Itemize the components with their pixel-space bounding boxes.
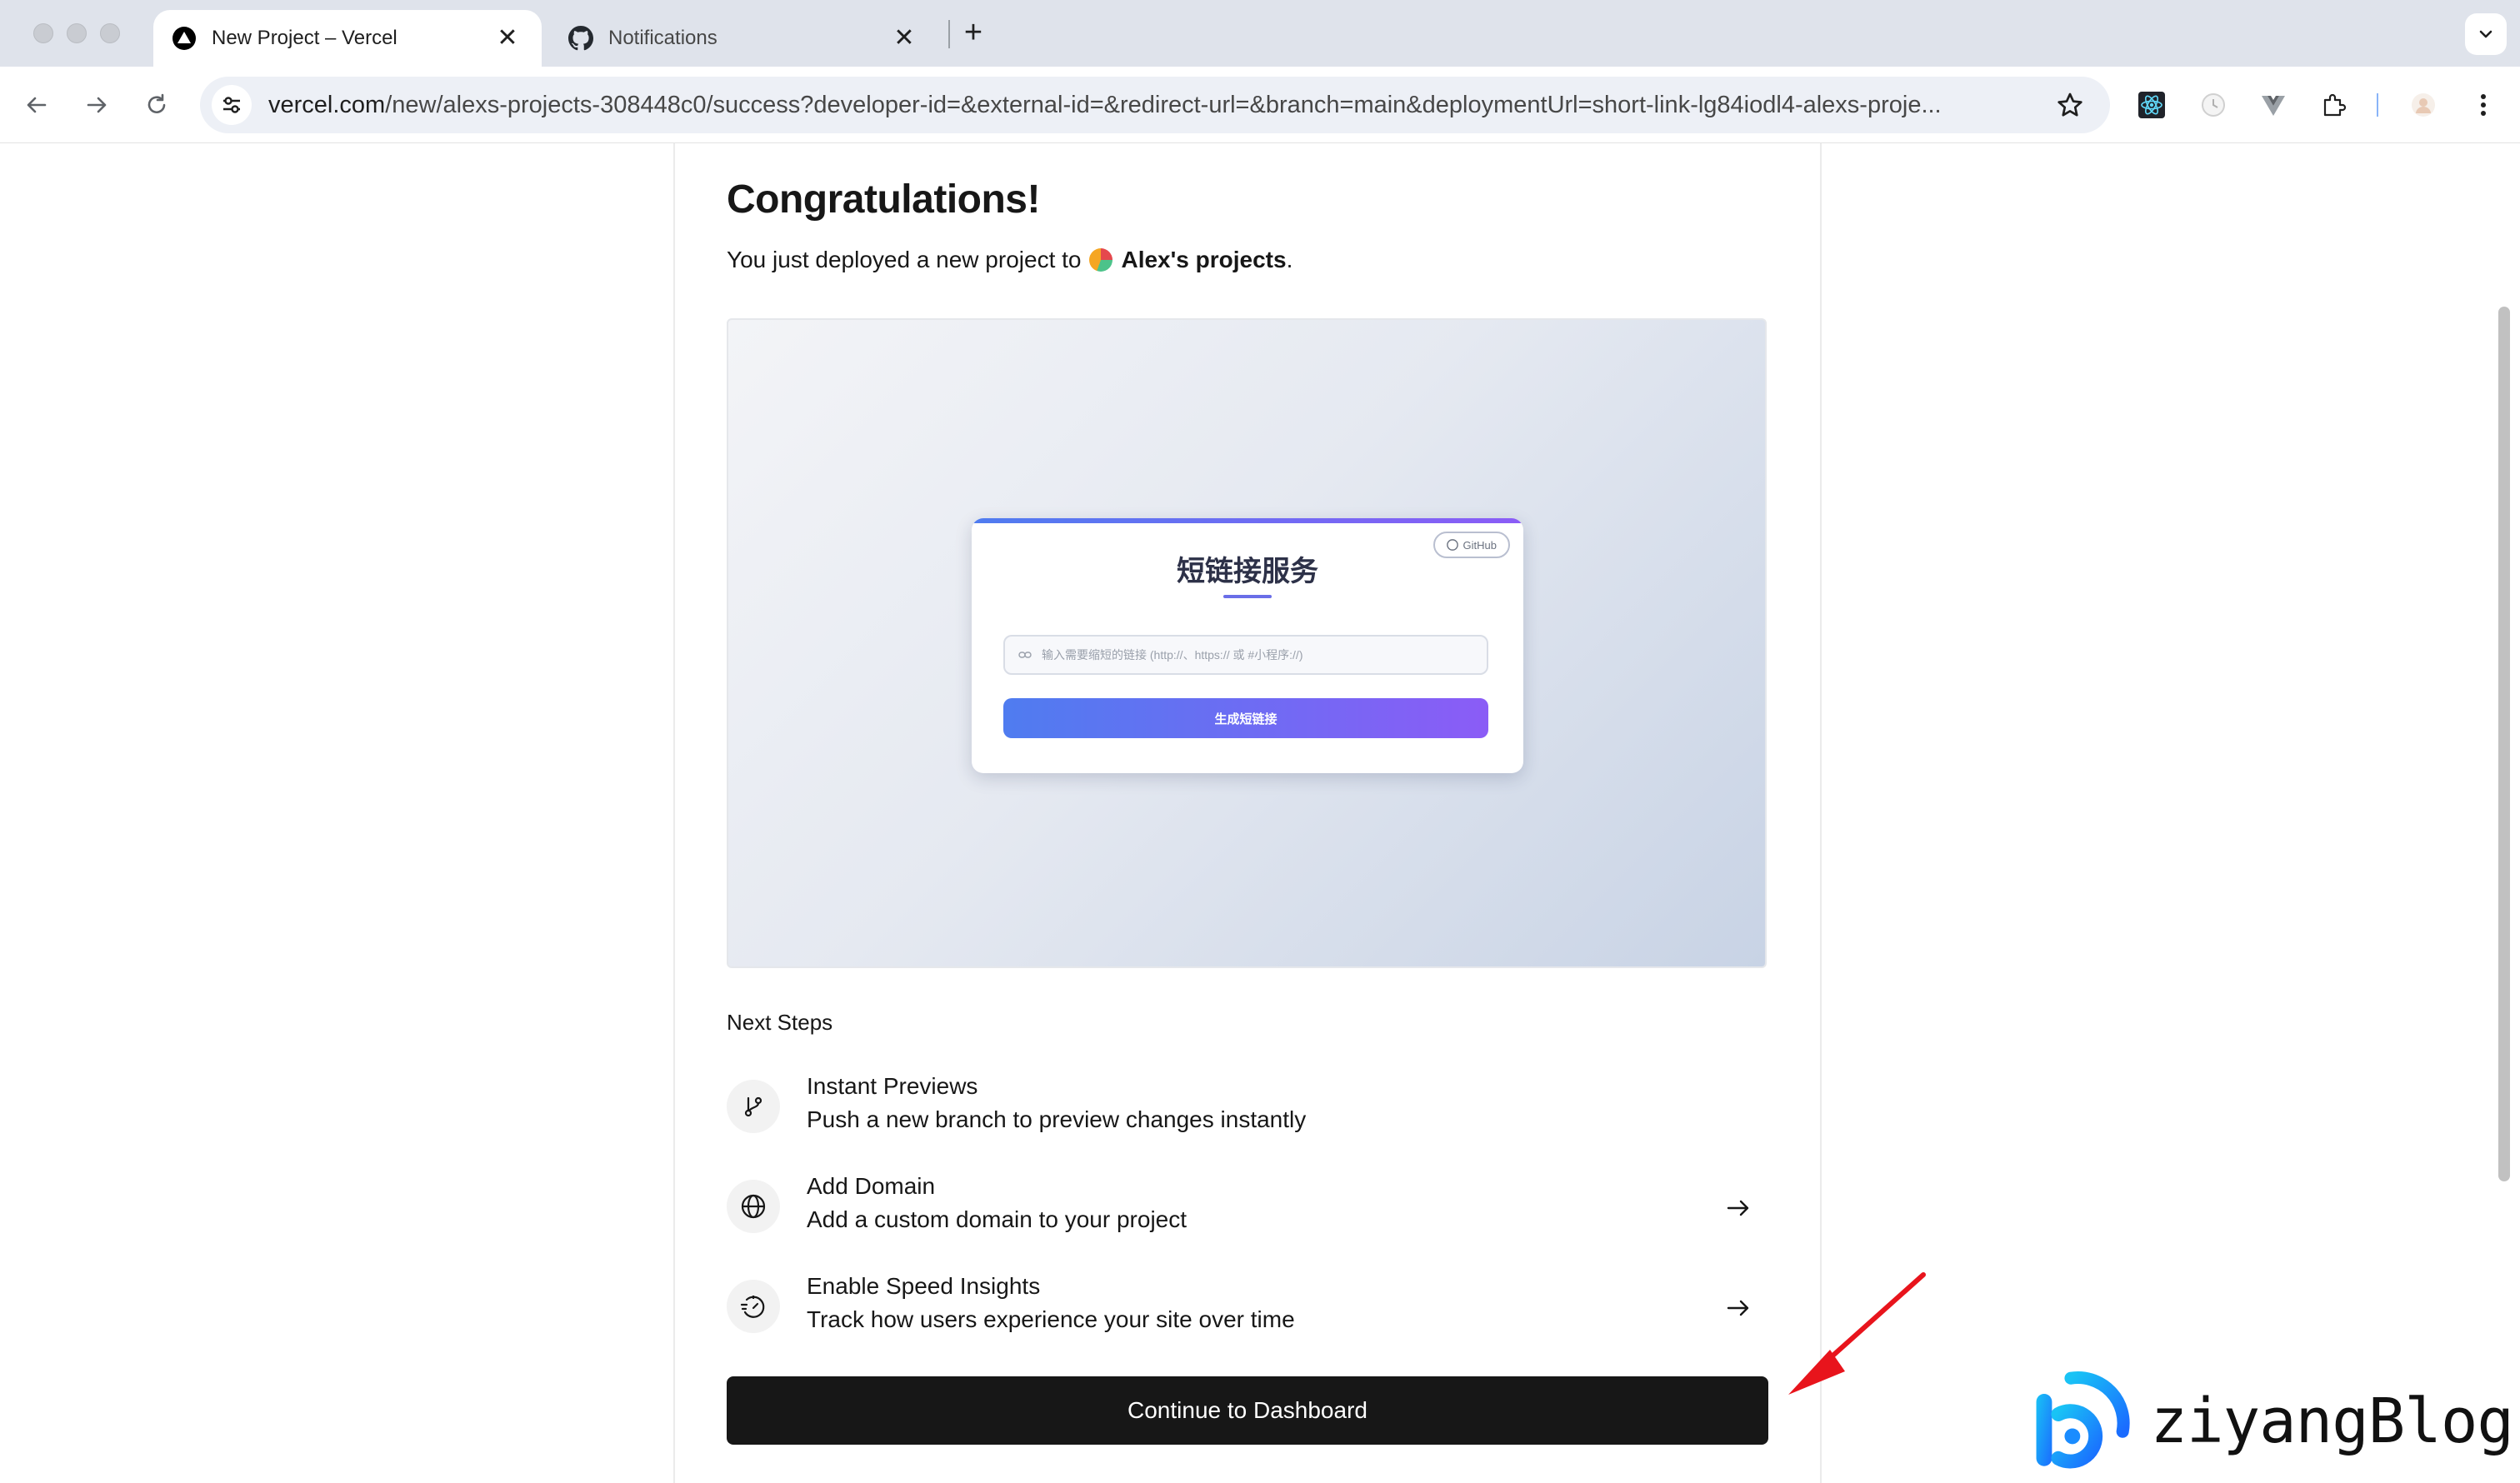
tab-title: New Project – Vercel [212, 27, 398, 49]
step-title: Add Domain [807, 1173, 936, 1199]
preview-accent-bar [972, 518, 1523, 523]
window-close-dot[interactable] [33, 23, 53, 43]
page-title: Congratulations! [727, 177, 1040, 222]
deployment-preview-screenshot[interactable]: GitHub 短链接服务 输入需要缩短的链接 (http://、https://… [727, 318, 1767, 968]
profile-avatar-icon[interactable] [2405, 87, 2442, 123]
preview-input-placeholder: 输入需要缩短的链接 (http://、https:// 或 #小程序://) [1042, 648, 1303, 662]
page-scrollbar[interactable] [2498, 307, 2510, 1181]
preview-app-title: 短链接服务 [1177, 556, 1318, 587]
step-speed-insights[interactable]: Enable Speed Insights Track how users ex… [727, 1273, 1768, 1343]
preview-url-input: 输入需要缩短的链接 (http://、https:// 或 #小程序://) [1003, 635, 1488, 675]
tab-close-icon[interactable]: ✕ [495, 26, 520, 51]
arrow-right-icon [87, 97, 107, 113]
step-instant-previews[interactable]: Instant Previews Push a new branch to pr… [727, 1073, 1768, 1143]
step-description: Add a custom domain to your project [807, 1206, 1188, 1232]
watermark-logo-icon [2036, 1371, 2130, 1469]
annotation-arrow-icon [1788, 1272, 1926, 1395]
arrow-left-icon [27, 97, 47, 113]
url-path: /new/alexs-projects-308448c0/success?dev… [385, 91, 1942, 118]
arrow-right-icon[interactable] [1722, 1291, 1755, 1325]
extensions-puzzle-icon[interactable] [2315, 87, 2352, 123]
reload-button[interactable] [137, 85, 177, 125]
preview-title-underline [1223, 595, 1272, 598]
globe-icon [727, 1180, 780, 1233]
tab-close-icon[interactable]: ✕ [892, 26, 917, 51]
tab-search-button[interactable] [2465, 13, 2507, 55]
timer-extension-icon[interactable] [2195, 87, 2232, 123]
step-title: Enable Speed Insights [807, 1273, 1041, 1299]
vue-devtools-extension-icon[interactable] [2255, 87, 2292, 123]
step-add-domain[interactable]: Add Domain Add a custom domain to your p… [727, 1173, 1768, 1243]
git-branch-icon [727, 1080, 780, 1133]
deployed-prefix: You just deployed a new project to [727, 247, 1082, 272]
site-info-button[interactable] [212, 85, 252, 125]
team-name-link[interactable]: Alex's projects [1121, 247, 1286, 273]
link-icon [1018, 652, 1032, 658]
bookmark-star-icon[interactable] [2048, 83, 2092, 127]
arrow-right-icon[interactable] [1722, 1191, 1755, 1225]
url-domain: vercel.com [268, 91, 386, 118]
back-button[interactable] [17, 85, 57, 125]
step-description: Push a new branch to preview changes ins… [807, 1106, 1307, 1132]
browser-tab-strip: New Project – Vercel ✕ Notifications ✕ + [0, 0, 2520, 67]
forward-button[interactable] [77, 85, 117, 125]
window-minimize-dot[interactable] [67, 23, 87, 43]
speed-gauge-icon [727, 1280, 780, 1333]
tab-divider [948, 20, 950, 48]
watermark: ziyangBlog [2030, 1366, 2514, 1476]
next-steps-heading: Next Steps [727, 1010, 833, 1035]
step-description: Track how users experience your site ove… [807, 1306, 1295, 1332]
step-title: Instant Previews [807, 1073, 978, 1099]
tune-icon [223, 97, 240, 113]
address-bar[interactable]: vercel.com/new/alexs-projects-308448c0/s… [200, 77, 2110, 133]
window-zoom-dot[interactable] [100, 23, 120, 43]
browser-menu-kebab-icon[interactable] [2465, 87, 2502, 123]
preview-generate-button: 生成短链接 [1003, 698, 1488, 738]
deployed-message: You just deployed a new project to Alex'… [727, 247, 1292, 273]
github-logo-icon [568, 26, 593, 51]
tab-title: Notifications [608, 27, 718, 49]
react-devtools-extension-icon[interactable] [2133, 87, 2170, 123]
toolbar-separator [2377, 93, 2378, 117]
deployed-suffix: . [1286, 247, 1293, 272]
continue-to-dashboard-button[interactable]: Continue to Dashboard [727, 1376, 1768, 1445]
tab-notifications[interactable]: Notifications ✕ [550, 10, 938, 67]
reload-icon [148, 93, 166, 113]
vercel-logo-icon [172, 26, 197, 51]
preview-app-card: GitHub 短链接服务 输入需要缩短的链接 (http://、https://… [972, 518, 1523, 773]
watermark-text: ziyangBlog [2150, 1386, 2514, 1457]
team-avatar [1089, 248, 1113, 272]
new-tab-button[interactable]: + [955, 15, 992, 52]
tab-new-project[interactable]: New Project – Vercel ✕ [153, 10, 542, 67]
browser-toolbar: vercel.com/new/alexs-projects-308448c0/s… [0, 67, 2520, 143]
chevron-down-icon [2479, 30, 2492, 38]
url-text[interactable]: vercel.com/new/alexs-projects-308448c0/s… [268, 92, 2048, 119]
